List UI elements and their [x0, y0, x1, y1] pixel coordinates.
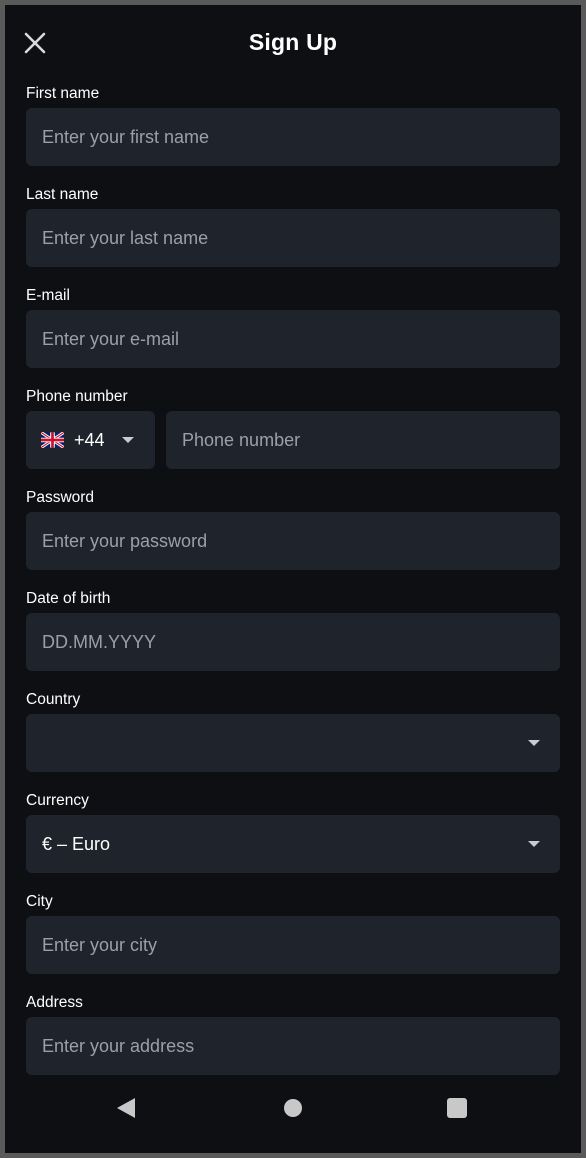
chevron-down-icon	[528, 740, 540, 746]
signup-screen: Sign Up First name Last name E-mail Phon…	[0, 0, 586, 1158]
chevron-down-icon	[528, 841, 540, 847]
system-navigation-bar	[5, 1077, 581, 1153]
phone-field: Phone number +44	[26, 388, 560, 489]
last-name-input[interactable]	[26, 209, 560, 267]
currency-field: Currency € – Euro	[26, 792, 560, 893]
dob-field: Date of birth	[26, 590, 560, 691]
last-name-field: Last name	[26, 186, 560, 287]
currency-label: Currency	[26, 792, 89, 809]
password-input[interactable]	[26, 512, 560, 570]
recents-icon[interactable]	[447, 1098, 467, 1118]
country-code-select[interactable]: +44	[26, 411, 155, 469]
email-input[interactable]	[26, 310, 560, 368]
phone-number-box	[166, 411, 560, 469]
header: Sign Up	[5, 5, 581, 89]
uk-flag-icon	[40, 431, 65, 449]
country-select[interactable]	[26, 714, 560, 772]
dob-box	[26, 613, 560, 671]
last-name-box	[26, 209, 560, 267]
first-name-field: First name	[26, 85, 560, 186]
first-name-box	[26, 108, 560, 166]
password-label: Password	[26, 489, 95, 506]
chevron-down-icon	[122, 437, 134, 443]
address-input[interactable]	[26, 1017, 560, 1075]
country-label: Country	[26, 691, 81, 708]
first-name-input[interactable]	[26, 108, 560, 166]
dob-label: Date of birth	[26, 590, 111, 607]
city-input[interactable]	[26, 916, 560, 974]
city-label: City	[26, 893, 53, 910]
currency-select[interactable]: € – Euro	[26, 815, 560, 873]
password-field: Password	[26, 489, 560, 590]
dob-input[interactable]	[26, 613, 560, 671]
country-code-value: +44	[74, 430, 105, 450]
first-name-label: First name	[26, 85, 100, 102]
city-field: City	[26, 893, 560, 994]
signup-form: First name Last name E-mail Phone number	[26, 85, 560, 1095]
city-box	[26, 916, 560, 974]
email-field: E-mail	[26, 287, 560, 388]
address-box	[26, 1017, 560, 1075]
email-box	[26, 310, 560, 368]
country-field: Country	[26, 691, 560, 792]
password-box	[26, 512, 560, 570]
phone-label: Phone number	[26, 388, 128, 405]
last-name-label: Last name	[26, 186, 99, 203]
phone-number-input[interactable]	[166, 411, 560, 469]
currency-value: € – Euro	[42, 834, 111, 854]
home-icon[interactable]	[284, 1099, 302, 1117]
back-icon[interactable]	[117, 1098, 135, 1118]
address-label: Address	[26, 994, 83, 1011]
page-title: Sign Up	[248, 29, 338, 55]
email-label: E-mail	[26, 287, 70, 304]
